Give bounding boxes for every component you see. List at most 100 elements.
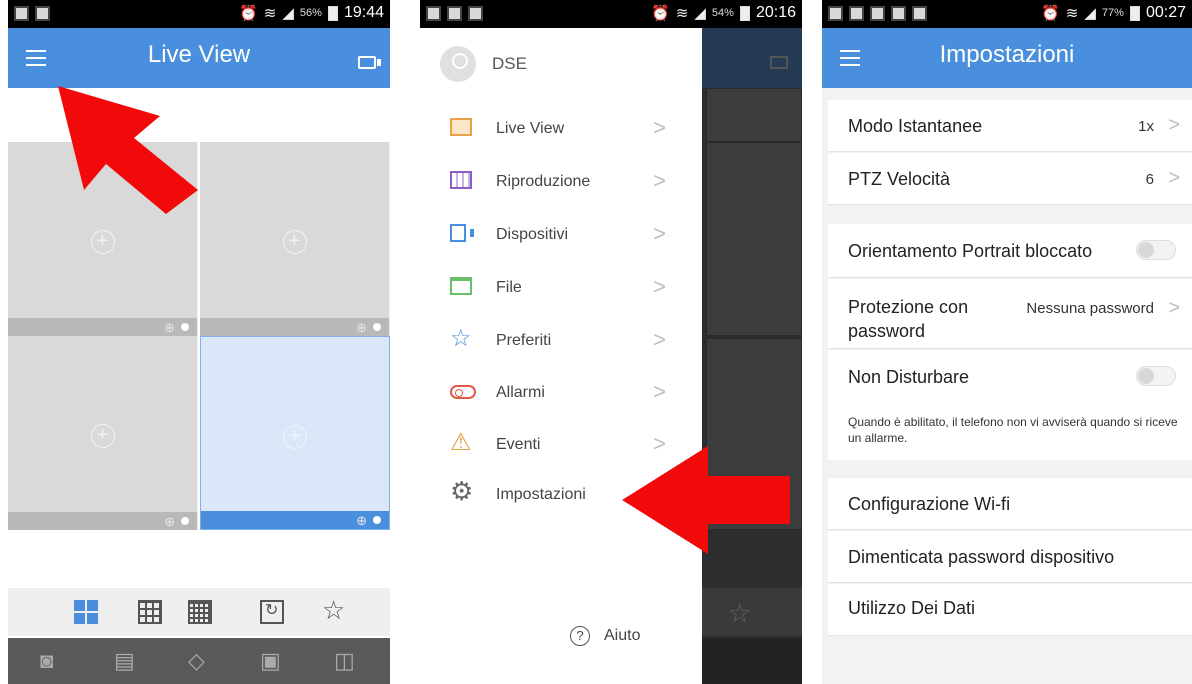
status-dot bbox=[181, 517, 189, 525]
1x4-layout-icon[interactable] bbox=[74, 600, 98, 624]
favorites-star-icon: ☆ bbox=[728, 598, 752, 628]
add-camera-icon[interactable]: + bbox=[90, 424, 115, 448]
cell-status-bar: ⊕ bbox=[201, 511, 389, 529]
image-icon[interactable]: ▣ bbox=[260, 648, 281, 674]
setting-label: Non Disturbare bbox=[848, 367, 970, 387]
setting-password-protection[interactable]: Protezione con password Nessuna password… bbox=[828, 279, 1192, 349]
zoom-icon[interactable]: ⊕ bbox=[164, 320, 175, 336]
3x3-layout-icon[interactable] bbox=[138, 600, 162, 624]
do-not-disturb-toggle[interactable] bbox=[1136, 366, 1176, 386]
status-dot bbox=[181, 323, 189, 331]
battery-icon bbox=[1129, 5, 1140, 21]
record-clip-icon[interactable]: ▤ bbox=[114, 648, 135, 674]
wifi-icon: ≋ bbox=[675, 5, 689, 22]
menu-item-live-view[interactable]: Live View > bbox=[420, 104, 702, 156]
alarm-toggle-icon bbox=[450, 385, 476, 399]
bottom-toolbar: ◙ ▤ ◇ ▣ ◫ bbox=[8, 638, 390, 684]
tutorial-composite: ⏰ ≋ ◢ 56% 19:44 Live View + ⊕ + ⊕ + ⊕ + … bbox=[0, 0, 1192, 684]
avatar bbox=[440, 46, 476, 82]
video-cell[interactable]: + ⊕ bbox=[8, 336, 198, 530]
notification-icon bbox=[14, 6, 29, 21]
camera-icon[interactable] bbox=[358, 56, 381, 69]
notification-icons bbox=[426, 6, 483, 21]
ptz-icon[interactable]: ◇ bbox=[188, 648, 205, 674]
navigation-drawer: DSE Live View > Riproduzione > Dispositi… bbox=[420, 28, 702, 684]
snapshot-icon[interactable]: ◙ bbox=[40, 648, 53, 674]
battery-icon bbox=[327, 5, 338, 21]
status-bar: ⏰ ≋ ◢ 56% 19:44 bbox=[8, 0, 390, 28]
dimmed-cell bbox=[706, 142, 802, 336]
star-icon: ☆ bbox=[450, 325, 472, 352]
chevron-right-icon: > bbox=[653, 327, 666, 352]
help-link[interactable]: ? Aiuto bbox=[570, 626, 640, 646]
setting-forgot-device-password[interactable]: Dimenticata password dispositivo bbox=[828, 531, 1192, 583]
setting-portrait-lock[interactable]: Orientamento Portrait bloccato bbox=[828, 224, 1192, 278]
alarm-clock-icon: ⏰ bbox=[1041, 5, 1060, 22]
menu-item-allarmi[interactable]: Allarmi > bbox=[420, 368, 702, 420]
setting-value: 6 bbox=[1145, 171, 1154, 188]
notification-icon bbox=[891, 6, 906, 21]
menu-item-label: Dispositivi bbox=[496, 226, 569, 243]
page-title: Impostazioni bbox=[939, 41, 1075, 68]
chevron-right-icon: > bbox=[1168, 114, 1180, 136]
layout-selector: ☆ bbox=[8, 588, 390, 636]
menu-item-file[interactable]: File > bbox=[420, 263, 702, 315]
setting-label: Configurazione Wi-fi bbox=[848, 494, 1011, 514]
help-icon: ? bbox=[570, 626, 590, 646]
chevron-right-icon: > bbox=[653, 274, 666, 299]
signal-icon: ◢ bbox=[282, 5, 294, 22]
drawer-user-header[interactable]: DSE bbox=[420, 28, 702, 106]
video-cell-selected[interactable]: + ⊕ bbox=[200, 336, 390, 530]
signal-icon: ◢ bbox=[694, 5, 706, 22]
menu-item-preferiti[interactable]: ☆ Preferiti > bbox=[420, 316, 702, 368]
add-camera-icon[interactable]: + bbox=[282, 230, 307, 254]
chevron-right-icon: > bbox=[653, 221, 666, 246]
audio-icon[interactable]: ◫ bbox=[334, 648, 355, 674]
setting-label: PTZ Velocità bbox=[848, 169, 951, 189]
zoom-icon[interactable]: ⊕ bbox=[356, 320, 367, 336]
chevron-right-icon: > bbox=[653, 379, 666, 404]
portrait-lock-toggle[interactable] bbox=[1136, 240, 1176, 260]
setting-wifi-config[interactable]: Configurazione Wi-fi bbox=[828, 478, 1192, 530]
phone-live-view: ⏰ ≋ ◢ 56% 19:44 Live View + ⊕ + ⊕ + ⊕ + … bbox=[8, 0, 390, 684]
camera-icon bbox=[770, 56, 788, 69]
notification-icon bbox=[912, 6, 927, 21]
setting-data-usage[interactable]: Utilizzo Dei Dati bbox=[828, 584, 1192, 636]
red-arrow-pointer bbox=[622, 446, 790, 554]
video-cell[interactable]: + ⊕ bbox=[200, 142, 390, 336]
live-view-icon bbox=[450, 118, 472, 136]
notification-icons bbox=[828, 6, 927, 21]
cell-status-bar: ⊕ bbox=[8, 512, 197, 530]
wifi-icon: ≋ bbox=[263, 5, 277, 22]
status-time: 00:27 bbox=[1145, 4, 1186, 21]
alarm-clock-icon: ⏰ bbox=[239, 5, 258, 22]
battery-percent: 56% bbox=[299, 7, 322, 19]
4x4-layout-icon[interactable] bbox=[188, 600, 212, 624]
sequence-icon[interactable] bbox=[260, 600, 284, 624]
red-arrow-pointer bbox=[58, 86, 198, 214]
wifi-icon: ≋ bbox=[1065, 5, 1079, 22]
setting-ptz-speed[interactable]: PTZ Velocità 6 > bbox=[828, 153, 1192, 205]
zoom-icon[interactable]: ⊕ bbox=[164, 514, 175, 530]
menu-item-label: File bbox=[496, 279, 522, 296]
favorites-star-icon[interactable]: ☆ bbox=[322, 595, 346, 625]
phone-drawer-menu: ☆ ⏰ ≋ ◢ 54% 20:16 DSE Live View > Riprod… bbox=[420, 0, 802, 684]
menu-item-dispositivi[interactable]: Dispositivi > bbox=[420, 210, 702, 262]
add-camera-icon[interactable]: + bbox=[90, 230, 115, 254]
add-camera-icon[interactable]: + bbox=[283, 425, 307, 449]
setting-snapshot-mode[interactable]: Modo Istantanee 1x > bbox=[828, 100, 1192, 152]
setting-label: Modo Istantanee bbox=[848, 116, 983, 136]
menu-item-riproduzione[interactable]: Riproduzione > bbox=[420, 157, 702, 209]
notification-icon bbox=[849, 6, 864, 21]
phone-settings: ⏰ ≋ ◢ 77% 00:27 Impostazioni Modo Istant… bbox=[822, 0, 1192, 684]
battery-icon bbox=[739, 5, 750, 21]
menu-item-label: Eventi bbox=[496, 436, 541, 453]
dimmed-toolbar bbox=[700, 638, 802, 684]
menu-item-label: Impostazioni bbox=[496, 486, 586, 503]
zoom-icon[interactable]: ⊕ bbox=[356, 513, 367, 529]
menu-item-label: Allarmi bbox=[496, 384, 545, 401]
setting-label: Utilizzo Dei Dati bbox=[848, 598, 976, 618]
status-time: 19:44 bbox=[343, 4, 384, 21]
app-bar: Impostazioni bbox=[822, 28, 1192, 88]
warning-icon: ⚠ bbox=[450, 429, 472, 456]
